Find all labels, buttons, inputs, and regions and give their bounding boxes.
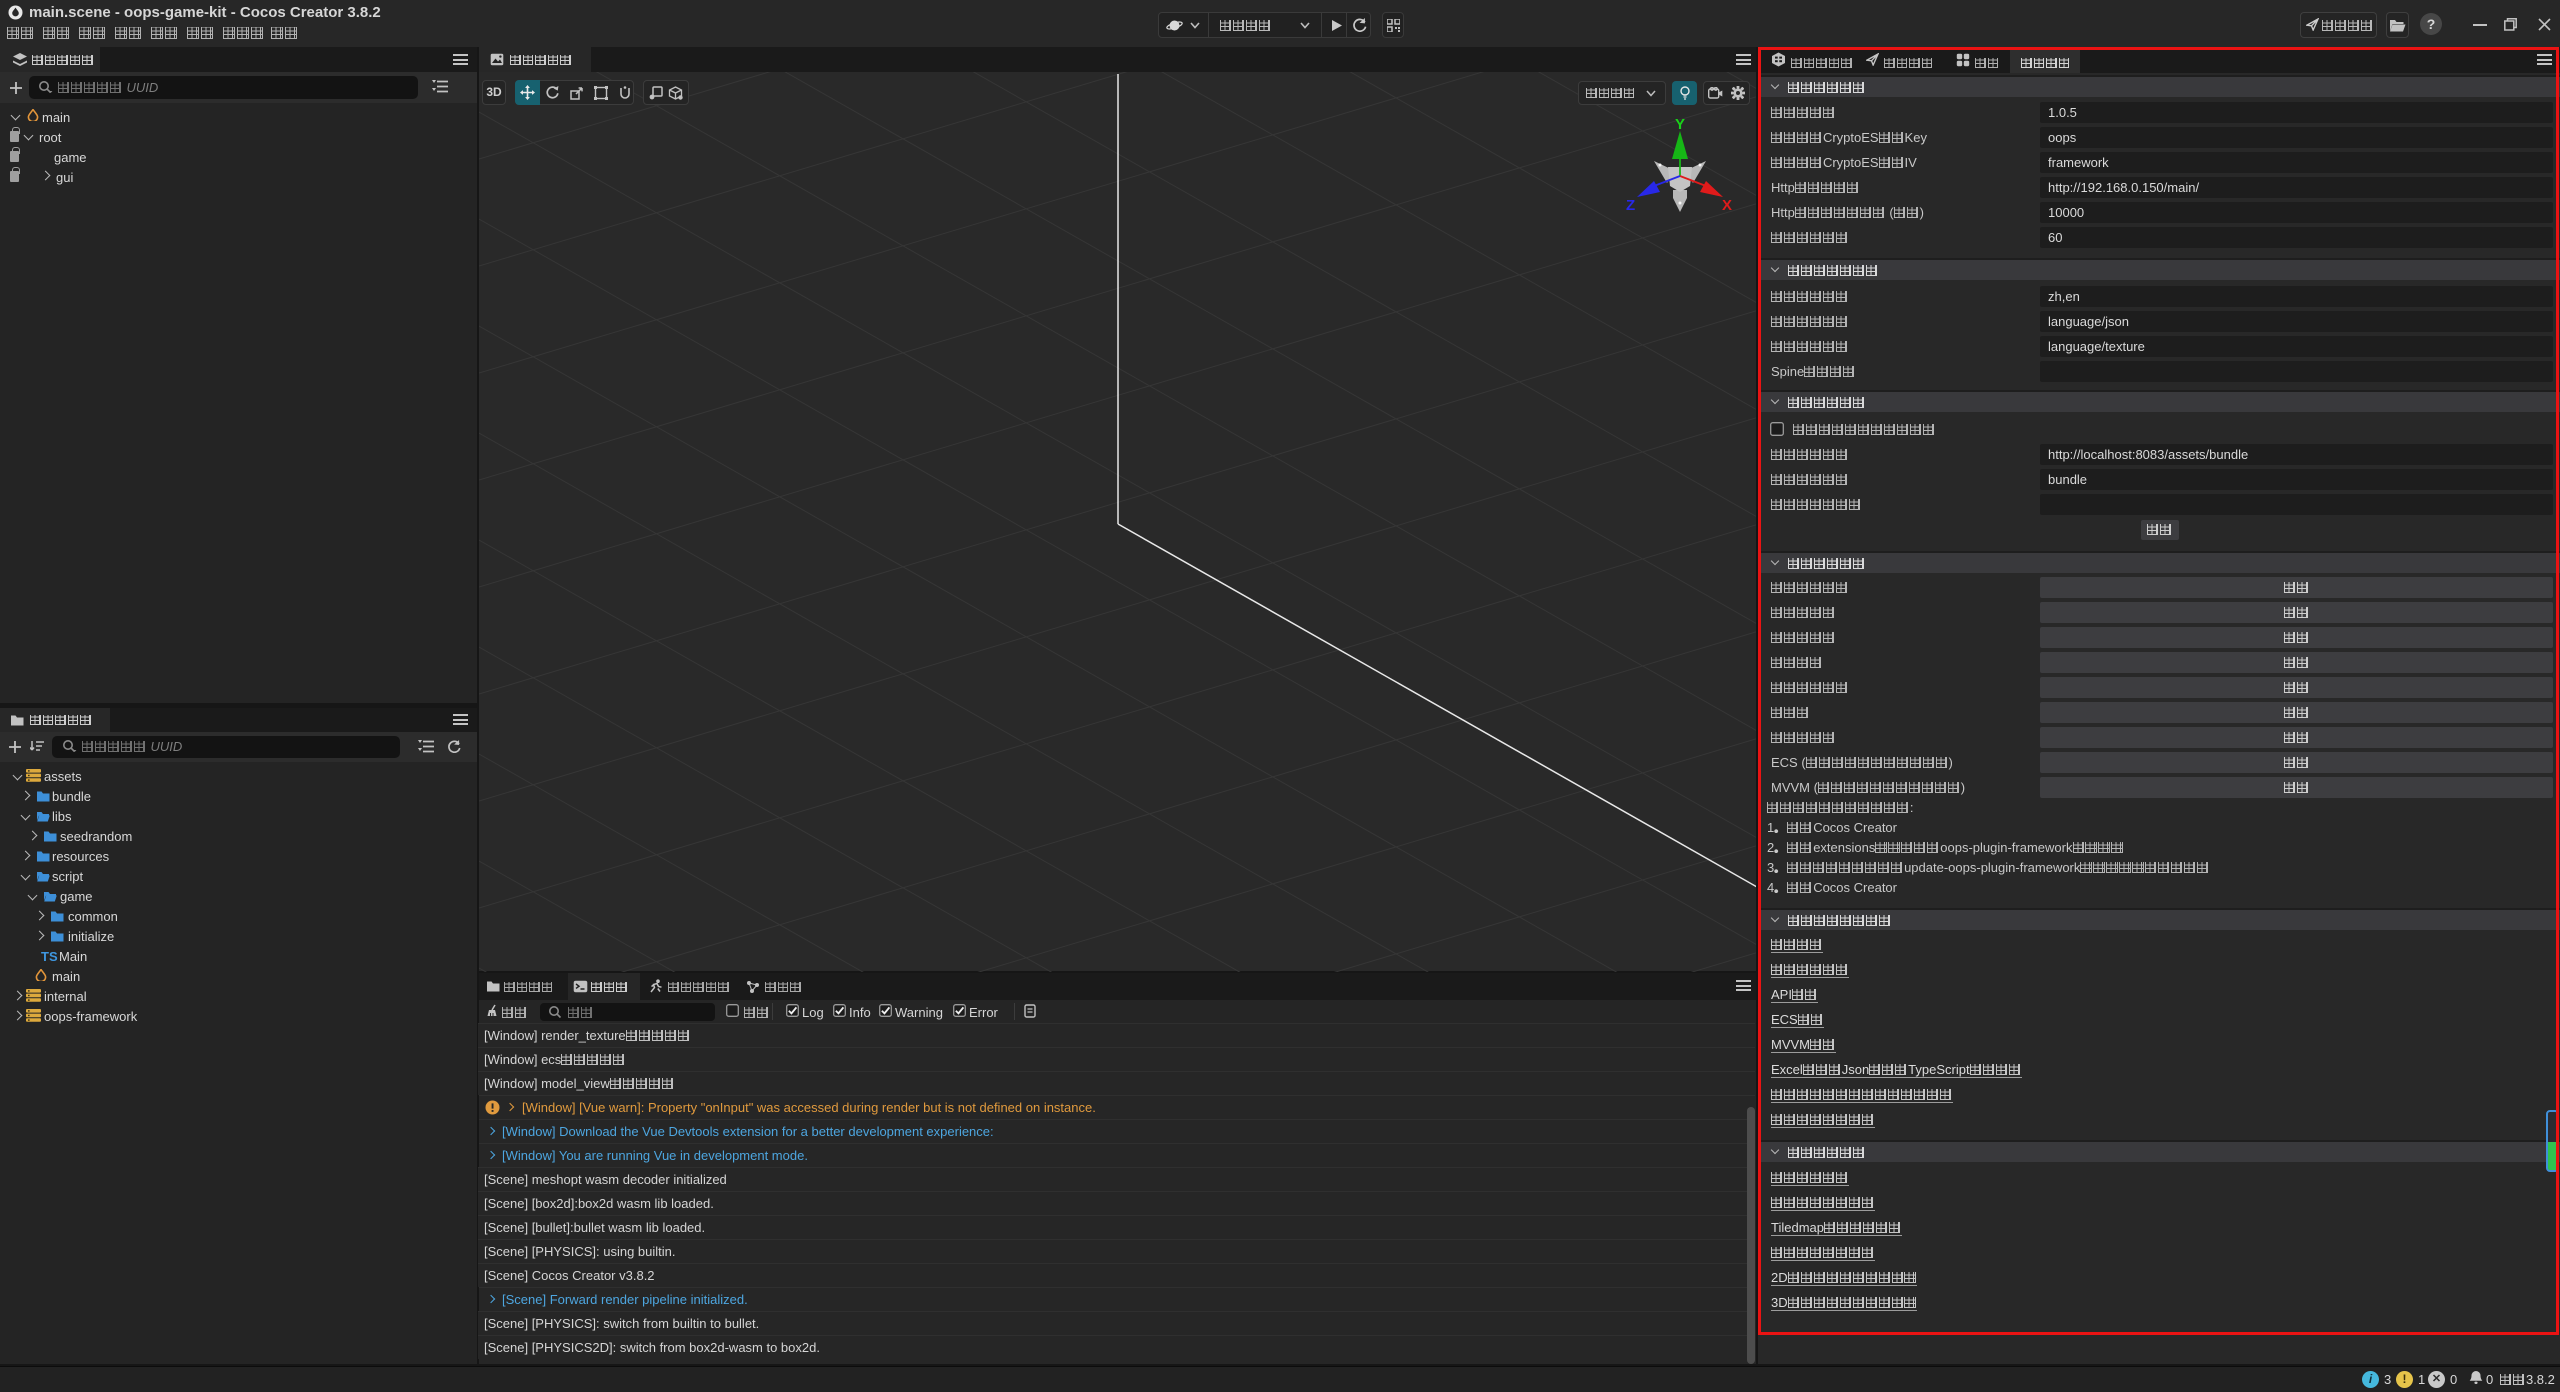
svg-text:Y: Y <box>1675 116 1685 133</box>
svg-text:Z: Z <box>1626 197 1635 214</box>
svg-text:X: X <box>1722 197 1732 214</box>
